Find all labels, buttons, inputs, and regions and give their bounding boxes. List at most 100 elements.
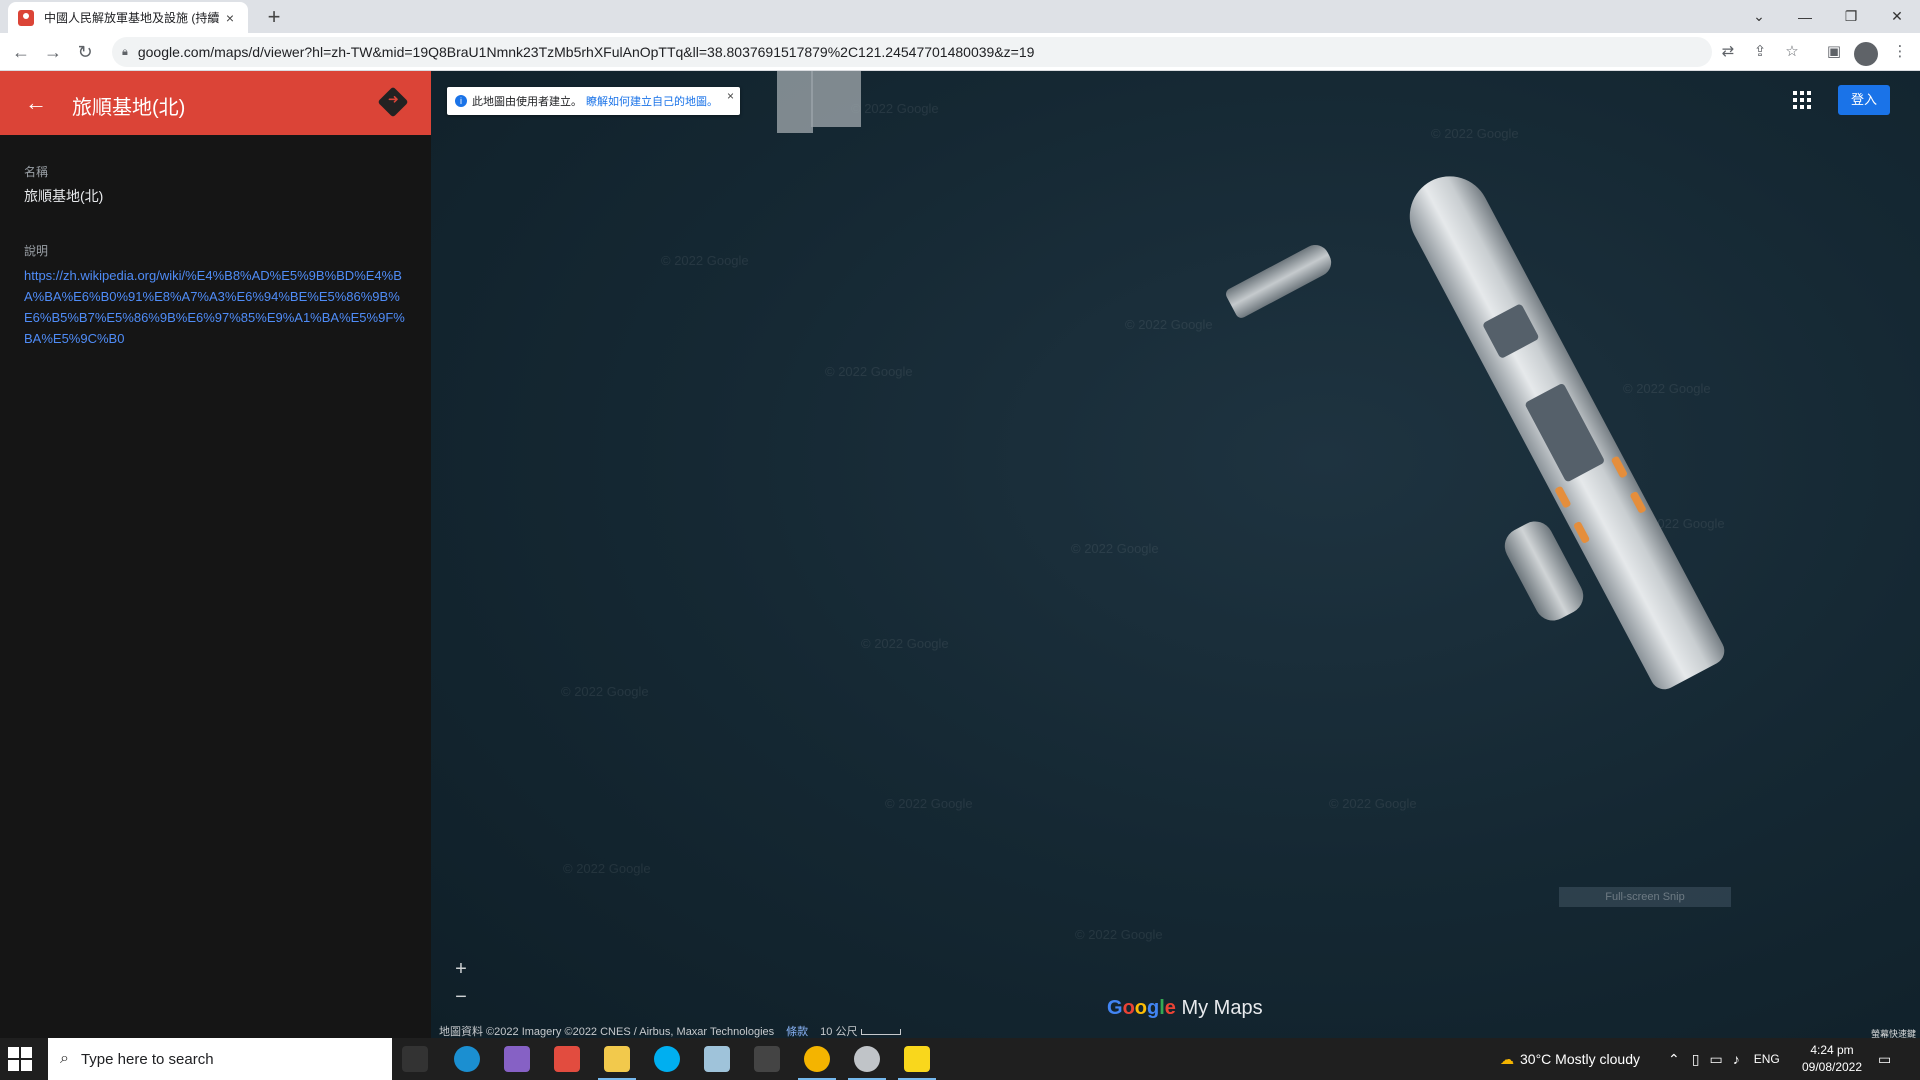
maps-pin-icon [18,9,34,26]
translate-icon[interactable]: ⇄ [1718,42,1738,62]
search-icon: ⌕ [60,1050,69,1067]
weather-icon: ☁ [1500,1050,1514,1067]
menu-icon[interactable]: ⋮ [1890,42,1910,62]
pier [811,71,861,127]
small-vessel [1223,240,1337,320]
directions-icon[interactable] [377,86,409,118]
corner-shortcut-label: 螢幕快速鍵 [1870,1029,1916,1038]
google-apps-icon[interactable] [1793,91,1811,109]
clock-date: 09/08/2022 [1801,1060,1863,1074]
google-my-maps-logo: Google My Maps [1107,997,1263,1019]
back-arrow-icon[interactable]: ← [22,89,50,117]
user-created-map-banner: i 此地圖由使用者建立。 瞭解如何建立自己的地圖。 × [447,87,740,115]
back-icon[interactable]: ← [8,39,34,65]
browser-tab[interactable]: 中國人民解放軍基地及設施 (持續 × [8,2,248,33]
map-watermark: © 2022 Google [825,364,913,379]
clock-time: 4:24 pm [1810,1043,1854,1057]
notification-icon[interactable]: ▭ [1878,1038,1891,1080]
weather-widget[interactable]: ☁ 30°C Mostly cloudy [1500,1038,1640,1080]
bookmark-star-icon[interactable]: ☆ [1782,42,1802,62]
task-view-icon[interactable] [402,1046,428,1072]
lifeboat [1572,520,1591,545]
map-watermark: © 2022 Google [851,101,939,116]
language-indicator[interactable]: ENG [1754,1052,1780,1066]
visual-studio-icon[interactable] [504,1046,530,1072]
scale-label: 10 公尺 [820,1026,858,1038]
name-label: 名稱 [24,165,49,179]
ship-superstructure [1481,303,1540,360]
restore-button[interactable]: ❐ [1828,0,1874,33]
git-app-icon[interactable] [554,1046,580,1072]
map-canvas[interactable]: © 2022 Google © 2022 Google © 2022 Googl… [431,71,1920,1038]
edge-icon[interactable] [454,1046,480,1072]
attribution-text: 地圖資料 ©2022 Imagery ©2022 CNES / Airbus, … [439,1026,775,1038]
map-watermark: © 2022 Google [563,861,651,876]
app-icon[interactable] [704,1046,730,1072]
terms-link[interactable]: 條款 [786,1023,808,1038]
map-watermark: © 2022 Google [1431,126,1519,141]
zoom-out-button[interactable]: − [447,983,475,1011]
minimize-button[interactable]: — [1782,0,1828,33]
info-icon: i [455,95,467,107]
close-window-button[interactable]: ✕ [1874,0,1920,33]
panel-title: 旅順基地(北) [72,97,186,119]
tray-icons: ⌃ ▯ ▭ ♪ ENG [1668,1038,1780,1080]
weather-text: 30°C Mostly cloudy [1520,1051,1640,1067]
map-watermark: © 2022 Google [661,253,749,268]
battery-icon[interactable]: ▯ [1692,1051,1700,1068]
full-screen-snip[interactable]: Full-screen Snip [1559,887,1731,907]
learn-more-link[interactable]: 瞭解如何建立自己的地圖。 [586,93,718,109]
banner-text: 此地圖由使用者建立。 [472,96,582,108]
search-placeholder: Type here to search [80,1050,214,1068]
clock[interactable]: 4:24 pm 09/08/2022 [1796,1042,1868,1076]
my-maps-label: My Maps [1181,997,1263,1019]
map-watermark: © 2022 Google [861,636,949,651]
zoom-in-button[interactable]: + [447,955,475,983]
volume-icon[interactable]: ♪ [1733,1051,1740,1067]
show-hidden-icons-icon[interactable]: ⌃ [1668,1051,1680,1068]
windows-start-icon[interactable] [8,1047,32,1071]
sticky-notes-icon[interactable] [898,1046,936,1080]
tab-search-icon[interactable]: ⌄ [1736,0,1782,33]
browser-tabstrip: 中國人民解放軍基地及設施 (持續 × + ⌄ — ❐ ✕ [0,0,1920,33]
reload-icon[interactable]: ↻ [72,39,98,65]
description-link[interactable]: https://zh.wikipedia.org/wiki/%E4%B8%AD%… [24,265,408,349]
forward-icon[interactable]: → [40,39,66,65]
network-icon[interactable]: ▭ [1709,1051,1722,1068]
panel-header: ← 旅順基地(北) [0,71,431,135]
map-watermark: © 2022 Google [1075,927,1163,942]
map-watermark: © 2022 Google [1623,381,1711,396]
profile-avatar[interactable] [1854,42,1878,66]
terminal-icon[interactable] [754,1046,780,1072]
lifeboat [1629,490,1647,514]
map-watermark: © 2022 Google [1071,541,1159,556]
description-field: 說明 https://zh.wikipedia.org/wiki/%E4%B8%… [0,242,431,349]
snipping-tool-icon[interactable] [848,1046,886,1080]
browser-toolbar: ← → ↻ 🔒︎ google.com/maps/d/viewer?hl=zh-… [0,33,1920,71]
map-attribution: 地圖資料 ©2022 Imagery ©2022 CNES / Airbus, … [439,1023,902,1038]
name-field: 名稱 旅順基地(北) [0,163,431,206]
pier [777,71,813,133]
url-text: google.com/maps/d/viewer?hl=zh-TW&mid=19… [137,44,1035,60]
map-watermark: © 2022 Google [1329,796,1417,811]
share-icon[interactable]: ⇪ [1750,42,1770,62]
address-bar[interactable]: 🔒︎ google.com/maps/d/viewer?hl=zh-TW&mid… [112,37,1712,67]
screen: 中國人民解放軍基地及設施 (持續 × + ⌄ — ❐ ✕ ← → ↻ 🔒︎ go… [0,0,1920,1080]
name-value: 旅順基地(北) [24,188,104,204]
zoom-controls: + − [447,955,475,1011]
map-watermark: © 2022 Google [1125,317,1213,332]
chrome-icon[interactable] [798,1046,836,1080]
map-watermark: © 2022 Google [885,796,973,811]
side-panel-icon[interactable]: ▣ [1824,42,1844,62]
tab-close-icon[interactable]: × [222,10,238,26]
lifeboat [1554,485,1572,509]
file-explorer-icon[interactable] [598,1046,636,1080]
description-label: 說明 [24,244,49,258]
taskbar-search-box[interactable]: ⌕ Type here to search [48,1038,392,1080]
lock-icon: 🔒︎ [122,45,128,58]
tab-title: 中國人民解放軍基地及設施 (持續 [44,11,220,25]
new-tab-button[interactable]: + [260,4,288,30]
skype-icon[interactable] [654,1046,680,1072]
sign-in-button[interactable]: 登入 [1838,85,1890,115]
banner-close-icon[interactable]: × [727,89,734,103]
